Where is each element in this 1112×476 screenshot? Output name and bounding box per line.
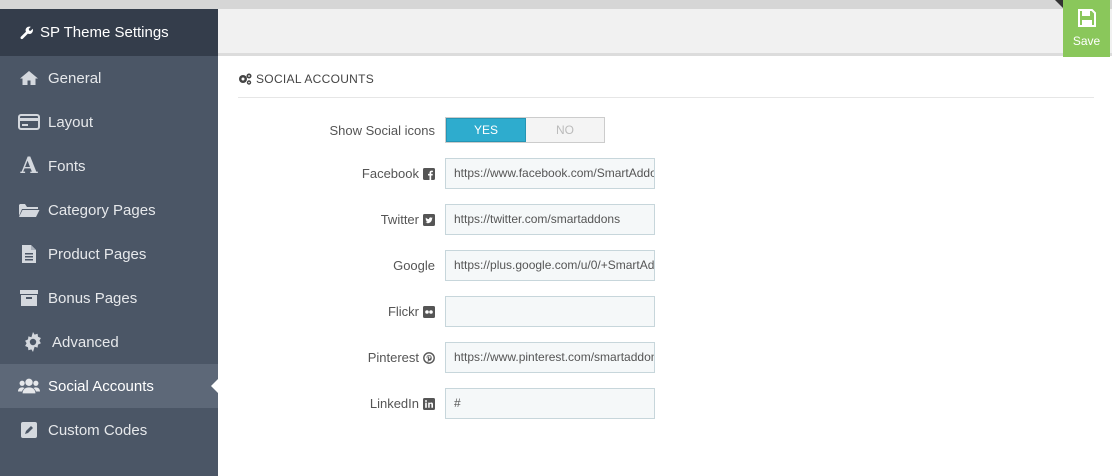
sidebar-item-product-pages[interactable]: Product Pages — [0, 232, 218, 276]
section-title-text: SOCIAL ACCOUNTS — [256, 71, 375, 86]
twitter-input[interactable]: https://twitter.com/smartaddons — [445, 204, 655, 235]
pinterest-label: Pinterest — [238, 350, 445, 365]
google-row: Google https://plus.google.com/u/0/+Smar… — [238, 250, 655, 281]
toolbar: Save — [218, 0, 1112, 57]
sidebar: SP Theme Settings General Layout A Fonts… — [0, 9, 218, 476]
folder-open-icon — [18, 200, 40, 220]
label-text: Twitter — [380, 212, 419, 227]
twitter-icon — [423, 213, 435, 226]
facebook-input[interactable]: https://www.facebook.com/SmartAddons — [445, 158, 655, 189]
show-social-icons-row: Show Social icons YES NO — [238, 117, 605, 143]
sidebar-item-label: Category Pages — [48, 201, 156, 219]
show-social-icons-toggle[interactable]: YES NO — [445, 117, 605, 143]
corner-marker — [1055, 0, 1063, 8]
label-text: Flickr — [387, 304, 419, 319]
sidebar-item-label: Product Pages — [48, 245, 147, 263]
sidebar-item-label: General — [48, 69, 102, 87]
sidebar-header: SP Theme Settings — [0, 9, 218, 56]
top-strip — [0, 0, 1112, 9]
edit-icon — [18, 420, 40, 440]
sidebar-item-label: Fonts — [48, 157, 86, 175]
main-content: SOCIAL ACCOUNTS Show Social icons YES NO… — [238, 60, 1094, 419]
label-text: Pinterest — [367, 350, 419, 365]
pinterest-icon — [423, 351, 435, 364]
linkedin-icon — [423, 397, 435, 410]
sidebar-item-category-pages[interactable]: Category Pages — [0, 188, 218, 232]
file-icon — [18, 244, 40, 264]
label-text: Google — [393, 258, 435, 273]
sidebar-title: SP Theme Settings — [40, 24, 169, 41]
twitter-row: Twitter https://twitter.com/smartaddons — [238, 204, 655, 235]
flickr-label: Flickr — [238, 304, 445, 319]
facebook-row: Facebook https://www.facebook.com/SmartA… — [238, 158, 655, 189]
save-label: Save — [1072, 34, 1101, 48]
sidebar-item-general[interactable]: General — [0, 56, 218, 100]
show-social-icons-label: Show Social icons — [238, 123, 445, 138]
flickr-icon — [423, 305, 435, 318]
label-text: Facebook — [361, 166, 419, 181]
twitter-label: Twitter — [238, 212, 445, 227]
google-label: Google — [238, 258, 445, 273]
cogs-icon — [238, 73, 252, 85]
google-input[interactable]: https://plus.google.com/u/0/+SmartAddons — [445, 250, 655, 281]
section-title: SOCIAL ACCOUNTS — [238, 60, 1094, 98]
flickr-row: Flickr — [238, 296, 655, 327]
label-text: LinkedIn — [369, 396, 419, 411]
floppy-disk-icon — [1077, 9, 1096, 30]
archive-icon — [18, 288, 40, 308]
linkedin-label: LinkedIn — [238, 396, 445, 411]
sidebar-item-custom-codes[interactable]: Custom Codes — [0, 408, 218, 452]
toggle-no[interactable]: NO — [526, 118, 604, 142]
facebook-label: Facebook — [238, 166, 445, 181]
home-icon — [18, 68, 40, 88]
wrench-icon — [20, 26, 34, 40]
sidebar-item-label: Social Accounts — [48, 377, 154, 395]
linkedin-row: LinkedIn # — [238, 388, 655, 419]
sidebar-item-layout[interactable]: Layout — [0, 100, 218, 144]
sidebar-item-label: Bonus Pages — [48, 289, 138, 307]
linkedin-input[interactable]: # — [445, 388, 655, 419]
sidebar-item-bonus-pages[interactable]: Bonus Pages — [0, 276, 218, 320]
sidebar-item-fonts[interactable]: A Fonts — [0, 144, 218, 188]
sidebar-item-label: Advanced — [52, 333, 119, 351]
sidebar-item-label: Layout — [48, 113, 94, 131]
font-icon: A — [20, 153, 38, 179]
toggle-yes[interactable]: YES — [446, 118, 526, 142]
gear-icon — [22, 332, 44, 352]
users-icon — [18, 376, 40, 396]
label-text: Show Social icons — [329, 122, 436, 138]
credit-card-icon — [18, 112, 40, 132]
pinterest-input[interactable]: https://www.pinterest.com/smartaddons — [445, 342, 655, 373]
facebook-icon — [423, 167, 435, 180]
sidebar-item-advanced[interactable]: Advanced — [0, 320, 218, 364]
sidebar-item-label: Custom Codes — [48, 421, 148, 439]
flickr-input[interactable] — [445, 296, 655, 327]
pinterest-row: Pinterest https://www.pinterest.com/smar… — [238, 342, 655, 373]
sidebar-item-social-accounts[interactable]: Social Accounts — [0, 364, 218, 408]
save-button[interactable]: Save — [1063, 0, 1110, 57]
